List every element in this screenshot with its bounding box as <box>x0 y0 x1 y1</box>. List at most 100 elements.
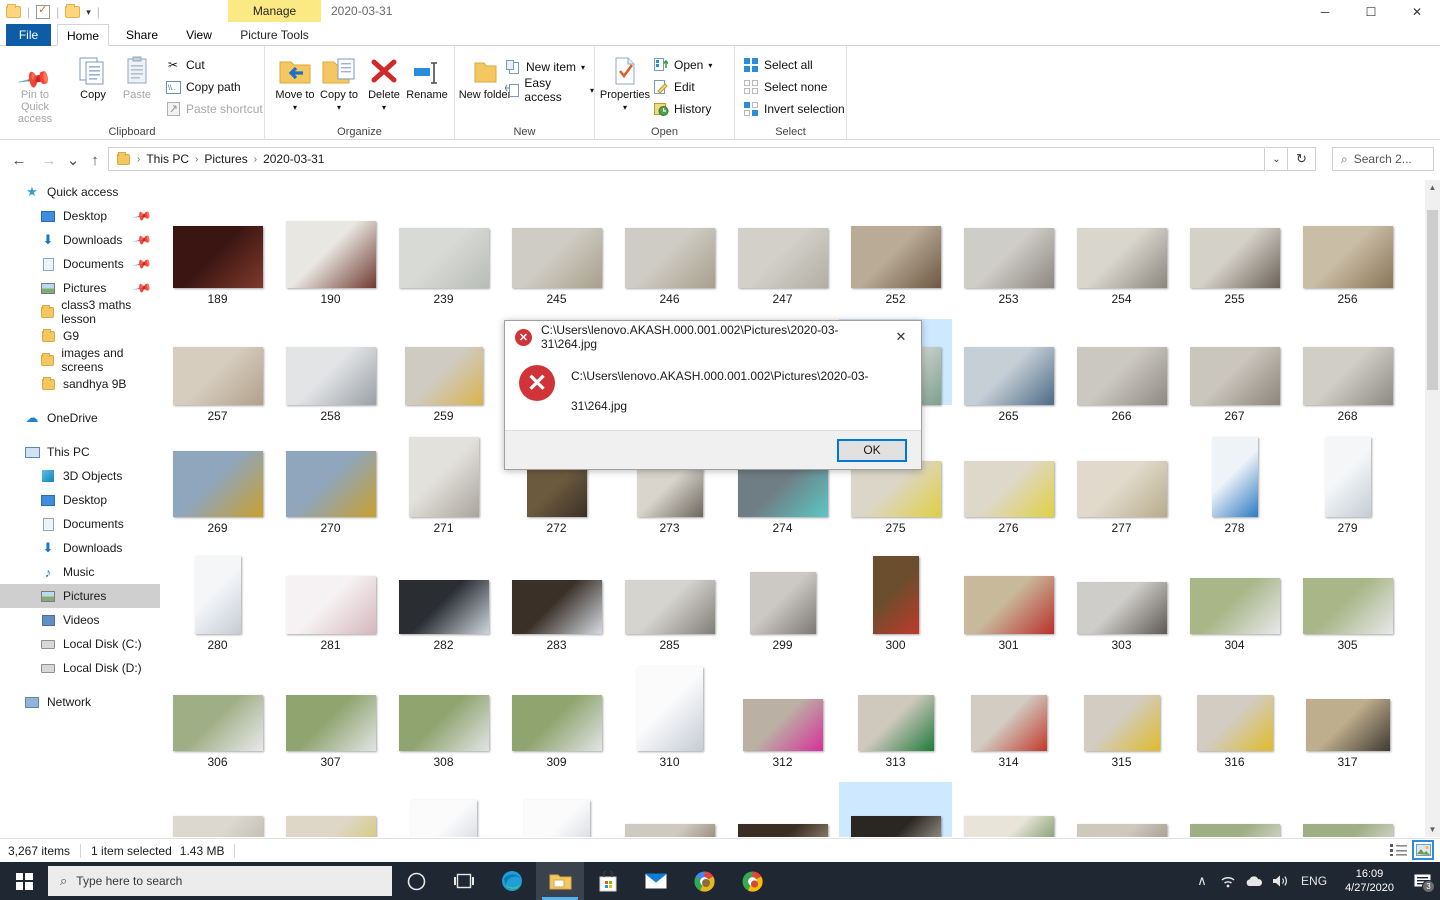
file-item[interactable]: 253 <box>952 202 1065 306</box>
file-thumbnail[interactable] <box>274 665 387 751</box>
volume-icon[interactable] <box>1267 862 1293 900</box>
recent-locations-button[interactable]: ⌄ <box>62 149 84 171</box>
sidebar-item-downloads[interactable]: ⬇ Downloads <box>0 536 160 560</box>
sidebar-item-local-disk-c[interactable]: Local Disk (C:) <box>0 632 160 656</box>
file-thumbnail[interactable] <box>274 319 387 405</box>
file-thumbnail[interactable] <box>839 665 952 751</box>
file-item[interactable]: 258 <box>274 319 387 423</box>
breadcrumb-separator-0[interactable]: › <box>135 154 142 165</box>
rename-button[interactable]: Rename <box>400 52 454 101</box>
file-thumbnail[interactable] <box>387 202 500 288</box>
file-thumbnail[interactable] <box>1178 665 1291 751</box>
file-thumbnail[interactable] <box>1178 319 1291 405</box>
file-item[interactable] <box>839 782 952 837</box>
invert-selection-button[interactable]: Invert selection <box>743 98 845 120</box>
new-item-button[interactable]: New item ▾ <box>505 56 585 78</box>
file-explorer-icon[interactable] <box>536 862 584 900</box>
file-item[interactable]: 301 <box>952 548 1065 652</box>
file-thumbnail[interactable] <box>1065 548 1178 634</box>
sidebar-item-3d-objects[interactable]: 3D Objects <box>0 464 160 488</box>
file-item[interactable] <box>952 782 1065 837</box>
file-thumbnail[interactable] <box>274 431 387 517</box>
file-thumbnail[interactable] <box>839 548 952 634</box>
easy-access-button[interactable]: Easy access ▾ <box>505 76 594 104</box>
edit-button[interactable]: Edit <box>653 76 695 98</box>
maximize-button[interactable]: ☐ <box>1348 0 1394 24</box>
wifi-icon[interactable] <box>1215 862 1241 900</box>
search-input[interactable]: ⌕ Search 2... <box>1332 147 1434 171</box>
file-item[interactable]: 280 <box>161 548 274 652</box>
file-thumbnail[interactable] <box>1065 782 1178 837</box>
file-thumbnail[interactable] <box>387 431 500 517</box>
breadcrumb-item-current-folder[interactable]: 2020-03-31 <box>259 152 328 166</box>
new-item-chevron-icon[interactable]: ▾ <box>581 63 585 72</box>
tab-file[interactable]: File <box>6 24 51 46</box>
select-all-button[interactable]: Select all <box>743 54 813 76</box>
breadcrumb-item-this-pc[interactable]: This PC <box>142 152 193 166</box>
sidebar-item-local-disk-d[interactable]: Local Disk (D:) <box>0 656 160 680</box>
file-item[interactable]: 307 <box>274 665 387 769</box>
file-item[interactable]: 252 <box>839 202 952 306</box>
ok-button[interactable]: OK <box>837 438 907 462</box>
file-thumbnail[interactable] <box>613 548 726 634</box>
dialog-close-button[interactable]: ✕ <box>881 322 921 353</box>
sidebar-item-documents[interactable]: Documents 📌 <box>0 252 160 276</box>
file-thumbnail[interactable] <box>161 665 274 751</box>
file-thumbnail[interactable] <box>1291 202 1404 288</box>
sidebar-item-quick-access[interactable]: ★ Quick access <box>0 180 160 204</box>
file-item[interactable]: 190 <box>274 202 387 306</box>
sidebar-item-onedrive[interactable]: ☁ OneDrive <box>0 406 160 430</box>
file-thumbnail[interactable] <box>1178 548 1291 634</box>
file-item[interactable]: 316 <box>1178 665 1291 769</box>
file-item[interactable]: 271 <box>387 431 500 535</box>
tray-overflow-icon[interactable]: ∧ <box>1189 862 1215 900</box>
file-item[interactable]: 312 <box>726 665 839 769</box>
taskbar-search-input[interactable]: ⌕ Type here to search <box>48 866 392 896</box>
file-item[interactable]: 313 <box>839 665 952 769</box>
file-thumbnail[interactable] <box>1065 319 1178 405</box>
address-dropdown-icon[interactable]: ⌄ <box>1266 147 1288 171</box>
sidebar-item-g9[interactable]: G9 <box>0 324 160 348</box>
file-item[interactable] <box>274 782 387 837</box>
mail-icon[interactable] <box>632 862 680 900</box>
file-thumbnail[interactable] <box>1291 319 1404 405</box>
file-item[interactable]: 303 <box>1065 548 1178 652</box>
forward-button[interactable]: → <box>38 149 60 171</box>
file-thumbnail[interactable] <box>952 431 1065 517</box>
file-item[interactable]: 314 <box>952 665 1065 769</box>
file-item[interactable] <box>500 782 613 837</box>
chrome-icon[interactable] <box>728 862 776 900</box>
microsoft-edge-icon[interactable] <box>488 862 536 900</box>
file-item[interactable]: 247 <box>726 202 839 306</box>
file-thumbnail[interactable] <box>1291 782 1404 837</box>
tab-picture-tools[interactable]: Picture Tools <box>228 24 321 46</box>
file-thumbnail[interactable] <box>952 782 1065 837</box>
open-button[interactable]: Open ▾ <box>653 54 712 76</box>
history-button[interactable]: History <box>653 98 711 120</box>
pin-to-quick-access-button[interactable]: 📌 Pin to Quick access <box>8 52 62 125</box>
file-item[interactable] <box>387 782 500 837</box>
cortana-icon[interactable] <box>392 862 440 900</box>
file-item[interactable] <box>613 782 726 837</box>
pin-icon[interactable]: 📌 <box>132 254 152 274</box>
file-item[interactable]: 254 <box>1065 202 1178 306</box>
file-item[interactable]: 245 <box>500 202 613 306</box>
file-item[interactable]: 257 <box>161 319 274 423</box>
open-chevron-icon[interactable]: ▾ <box>708 61 712 70</box>
task-view-icon[interactable] <box>440 862 488 900</box>
notification-center-icon[interactable]: 3 <box>1404 862 1440 900</box>
file-item[interactable]: 304 <box>1178 548 1291 652</box>
file-thumbnail[interactable] <box>500 665 613 751</box>
file-item[interactable]: 265 <box>952 319 1065 423</box>
file-item[interactable]: 306 <box>161 665 274 769</box>
paste-button[interactable]: Paste <box>110 52 164 101</box>
file-thumbnail[interactable] <box>1291 548 1404 634</box>
file-item[interactable]: 282 <box>387 548 500 652</box>
file-item[interactable]: 246 <box>613 202 726 306</box>
file-thumbnail[interactable] <box>274 548 387 634</box>
file-item[interactable]: 308 <box>387 665 500 769</box>
sidebar-item-videos[interactable]: Videos <box>0 608 160 632</box>
file-thumbnail[interactable] <box>387 782 500 837</box>
file-item[interactable]: 283 <box>500 548 613 652</box>
file-thumbnail[interactable] <box>500 202 613 288</box>
